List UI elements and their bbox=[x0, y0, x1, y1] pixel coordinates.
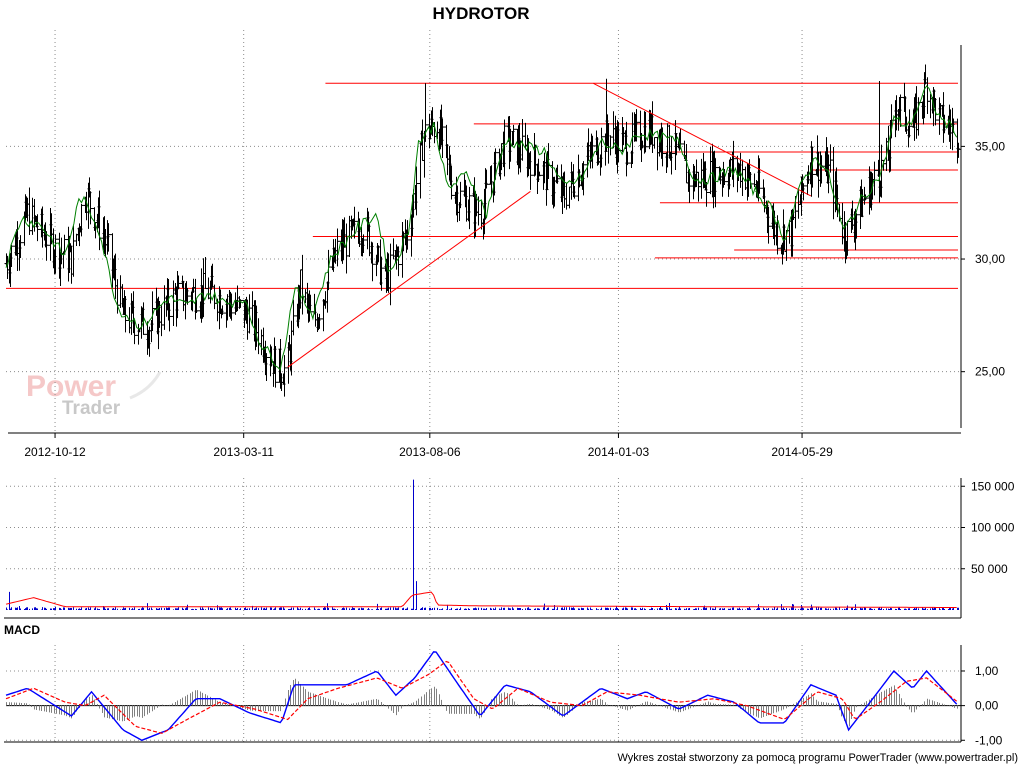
date-axis: 2012-10-12 2013-03-11 2013-08-06 2014-01-03… bbox=[8, 432, 961, 459]
ohlc-bars bbox=[4, 64, 961, 397]
macd-tick-label: 1,00 bbox=[975, 664, 999, 678]
macd-lines bbox=[5, 651, 958, 742]
chart-canvas: Power Trader HYDROTOR 25,00 30,00 35,00 20… bbox=[4, 4, 1018, 764]
macd-grid bbox=[6, 645, 961, 742]
macd-panel-label: MACD bbox=[4, 623, 40, 637]
watermark: Power Trader bbox=[26, 370, 162, 419]
price-panel: 25,00 30,00 35,00 2012-10-12 2013-03-11 2013… bbox=[4, 30, 1005, 459]
date-tick-label: 2012-10-12 bbox=[24, 445, 86, 459]
volume-grid bbox=[6, 478, 961, 618]
footer-credit: Wykres został stworzony za pomocą progra… bbox=[617, 752, 1018, 764]
price-tick-label: 25,00 bbox=[975, 365, 1005, 379]
macd-tick-label: 0,00 bbox=[975, 699, 999, 713]
chart-title: HYDROTOR bbox=[433, 4, 530, 23]
macd-signal-line bbox=[5, 660, 958, 734]
macd-panel: MACD 1,00 0,00 -1,00 bbox=[4, 623, 1003, 747]
volume-bars bbox=[6, 479, 959, 610]
volume-panel: 50 000 100 000 150 000 bbox=[4, 478, 1015, 619]
watermark-brand-bottom: Trader bbox=[62, 398, 121, 419]
volume-tick-label: 150 000 bbox=[971, 479, 1015, 493]
watermark-swoosh-icon bbox=[129, 371, 162, 400]
volume-tick-label: 100 000 bbox=[971, 521, 1015, 535]
price-axis: 25,00 30,00 35,00 bbox=[960, 45, 1005, 428]
trendlines bbox=[287, 82, 812, 368]
date-tick-label: 2013-03-11 bbox=[213, 445, 274, 459]
macd-line bbox=[5, 651, 958, 742]
macd-axis: 1,00 0,00 -1,00 bbox=[4, 645, 1003, 747]
horizontal-lines bbox=[6, 82, 958, 289]
volume-average bbox=[5, 591, 957, 608]
macd-tick-label: -1,00 bbox=[975, 733, 1003, 747]
date-tick-label: 2013-08-06 bbox=[399, 445, 461, 459]
price-tick-label: 35,00 bbox=[975, 139, 1005, 153]
date-tick-label: 2014-05-29 bbox=[771, 445, 833, 459]
price-tick-label: 30,00 bbox=[975, 252, 1005, 266]
volume-tick-label: 50 000 bbox=[971, 562, 1008, 576]
date-tick-label: 2014-01-03 bbox=[588, 445, 650, 459]
volume-axis: 50 000 100 000 150 000 bbox=[4, 478, 1015, 619]
volume-average-line bbox=[5, 591, 957, 608]
